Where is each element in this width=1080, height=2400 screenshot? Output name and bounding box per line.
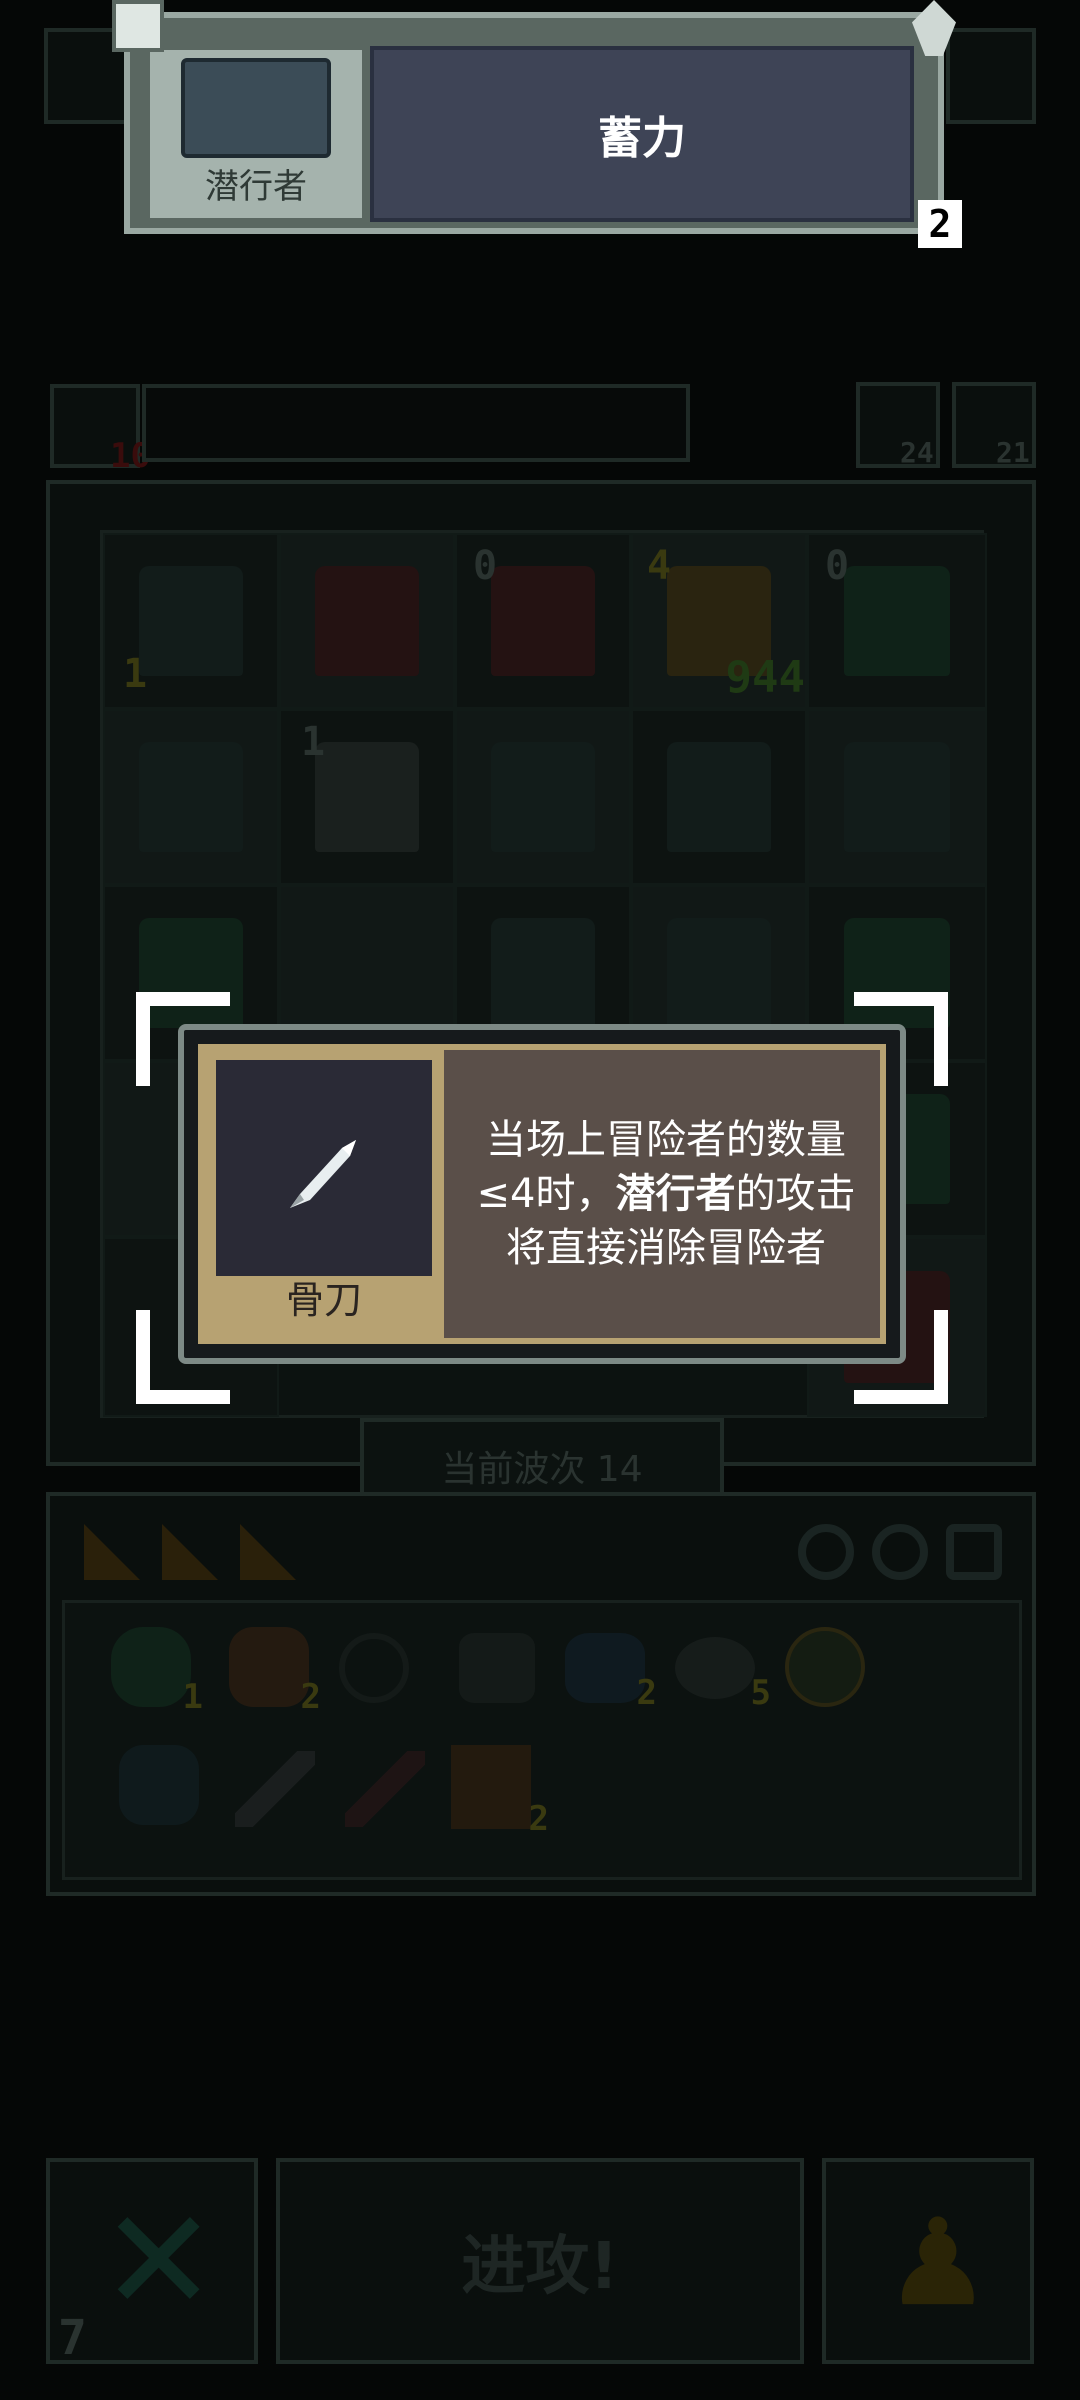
ability-wedge-2[interactable]	[162, 1524, 218, 1580]
attack-label: 进攻!	[461, 2230, 619, 2304]
inventory-item[interactable]: 2	[565, 1633, 657, 1713]
bone-knife-icon	[290, 1140, 356, 1208]
stat-a-icon: 24	[856, 382, 940, 469]
turn-counter: 7	[58, 2310, 87, 2366]
board-cell[interactable]: 4 944	[631, 533, 807, 709]
wave-label: 当前波次 14	[441, 1449, 643, 1490]
menu-button-right[interactable]	[946, 28, 1036, 124]
card-count-badge: 2	[918, 200, 962, 248]
inventory-item[interactable]	[345, 1751, 425, 1827]
cancel-button[interactable]: ✕ 7	[46, 2158, 258, 2366]
inventory-item[interactable]: 2	[229, 1627, 321, 1717]
ability-wedge-1[interactable]	[84, 1524, 140, 1580]
character-portrait: 潜行者	[146, 46, 366, 222]
settings-icon[interactable]	[946, 1524, 1002, 1580]
item-card-inner: 骨刀 当场上冒险者的数量 ≤4时，潜行者的攻击 将直接消除冒险者	[198, 1044, 886, 1344]
health-icon: 10	[50, 384, 151, 476]
item-description: 当场上冒险者的数量 ≤4时，潜行者的攻击 将直接消除冒险者	[462, 1050, 870, 1338]
close-icon: ✕	[100, 2180, 218, 2343]
inventory-item[interactable]	[785, 1627, 865, 1707]
inventory-grid: 1 2 2 5 2	[62, 1600, 1022, 1880]
board-cell[interactable]	[279, 533, 455, 709]
item-name: 骨刀	[285, 1278, 362, 1322]
character-name: 潜行者	[205, 167, 307, 207]
item-card: 骨刀 当场上冒险者的数量 ≤4时，潜行者的攻击 将直接消除冒险者	[178, 1024, 906, 1364]
attack-button[interactable]: 进攻!	[276, 2158, 804, 2364]
board-cell[interactable]: 1	[103, 533, 279, 709]
health-bar	[142, 384, 690, 462]
character-avatar	[181, 58, 331, 158]
desc-keyword: 潜行者	[615, 1171, 736, 1217]
board-cell[interactable]	[455, 709, 631, 885]
skill-name: 蓄力	[370, 46, 914, 222]
inventory-item[interactable]	[235, 1751, 315, 1827]
board-cell[interactable]: 1	[279, 709, 455, 885]
item-icon-panel: 骨刀	[204, 1050, 444, 1338]
desc-line-2-prefix: ≤4时，	[476, 1171, 616, 1217]
stat-b-icon: 21	[952, 382, 1036, 469]
desc-line-3: 将直接消除冒险者	[506, 1225, 826, 1271]
inventory-item[interactable]	[459, 1633, 535, 1703]
board-cell[interactable]	[631, 709, 807, 885]
board-cell[interactable]	[807, 709, 987, 885]
boss-hp: 944	[725, 652, 805, 703]
board-cell[interactable]: 0	[807, 533, 987, 709]
board-cell[interactable]: 0	[455, 533, 631, 709]
stat-b-count: 21	[996, 436, 1030, 469]
desc-line-1: 当场上冒险者的数量	[486, 1117, 846, 1163]
pawn-icon: ♟	[884, 2194, 992, 2333]
inventory-item[interactable]: 5	[675, 1637, 771, 1713]
inventory-item[interactable]: 2	[451, 1745, 549, 1839]
ability-wedge-3[interactable]	[240, 1524, 296, 1580]
desc-line-2-suffix: 的攻击	[735, 1171, 856, 1217]
pawn-button[interactable]: ♟	[822, 2158, 1034, 2364]
item-info-popup[interactable]: 骨刀 当场上冒险者的数量 ≤4时，潜行者的攻击 将直接消除冒险者	[136, 992, 948, 1404]
gear-icon[interactable]	[798, 1524, 854, 1580]
inventory-item[interactable]	[119, 1745, 199, 1825]
item-icon-background	[216, 1060, 432, 1276]
corner-gem-icon	[112, 0, 164, 52]
stat-a-count: 24	[900, 436, 934, 469]
board-cell[interactable]	[103, 709, 279, 885]
inventory-item[interactable]	[339, 1633, 409, 1703]
inventory-item[interactable]: 1	[111, 1627, 203, 1717]
character-skill-card: 潜行者 蓄力 2	[112, 0, 962, 248]
inventory-panel: 1 2 2 5 2	[46, 1492, 1036, 1896]
desc-line-2: ≤4时，潜行者的攻击	[477, 1167, 856, 1221]
refresh-icon[interactable]	[872, 1524, 928, 1580]
